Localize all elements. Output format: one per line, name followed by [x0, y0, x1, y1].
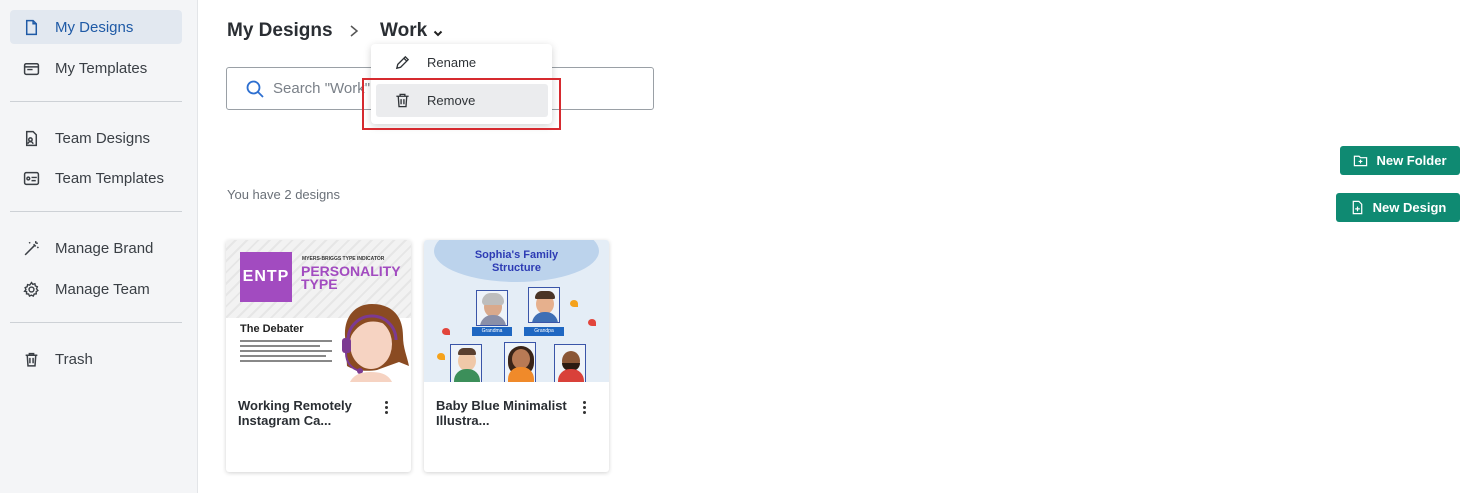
sidebar-item-label: Manage Brand [55, 239, 154, 257]
headset-person-illustration [342, 304, 409, 382]
more-options-icon[interactable] [576, 398, 592, 416]
portrait-son [554, 344, 586, 382]
folder-title: Work [380, 20, 428, 41]
thumbnail-heading: Sophia's Family Structure [474, 249, 559, 274]
trash-icon [22, 350, 40, 368]
more-options-icon[interactable] [378, 398, 394, 416]
sidebar-item-label: Manage Team [55, 280, 150, 298]
sidebar-item-my-templates[interactable]: My Templates [10, 51, 182, 85]
sidebar-item-label: My Templates [55, 59, 148, 77]
chevron-right-icon [350, 25, 359, 37]
sidebar-item-label: Team Templates [55, 169, 164, 187]
new-design-button[interactable]: New Design [1336, 193, 1460, 222]
highlight-box [362, 78, 561, 130]
design-card[interactable]: Sophia's Family Structure Grandma Grandp… [424, 240, 609, 472]
sidebar-item-team-designs[interactable]: Team Designs [10, 121, 182, 155]
portrait-father [450, 344, 482, 382]
sidebar: My Designs My Templates Team Designs Tea… [0, 0, 198, 493]
team-file-icon [22, 129, 40, 147]
portrait-grandma [476, 290, 508, 326]
thumbnail-heading: PERSONALITY TYPE [301, 263, 401, 292]
sidebar-item-team-templates[interactable]: Team Templates [10, 161, 182, 195]
design-title: Working Remotely Instagram Ca... [238, 398, 352, 428]
new-folder-label: New Folder [1376, 153, 1447, 168]
tag-grandpa: Grandpa [524, 327, 564, 336]
sidebar-item-manage-team[interactable]: Manage Team [10, 272, 182, 306]
sidebar-divider [10, 322, 182, 323]
gear-icon [22, 280, 40, 298]
folder-title-dropdown[interactable]: Work [380, 20, 444, 42]
new-folder-button[interactable]: New Folder [1340, 146, 1460, 175]
file-plus-icon [1352, 200, 1362, 215]
sidebar-item-label: Team Designs [55, 129, 151, 147]
new-design-label: New Design [1372, 200, 1447, 215]
file-icon [22, 18, 40, 36]
portrait-grandpa [528, 287, 560, 323]
sidebar-item-manage-brand[interactable]: Manage Brand [10, 231, 182, 265]
folder-plus-icon [1354, 155, 1368, 167]
sidebar-divider [10, 101, 182, 102]
portrait-mother [504, 342, 536, 382]
design-thumbnail: ENTP MYERS-BRIGGS TYPE INDICATOR PERSONA… [226, 240, 411, 382]
design-title: Baby Blue Minimalist Illustra... [436, 398, 567, 428]
design-card[interactable]: ENTP MYERS-BRIGGS TYPE INDICATOR PERSONA… [226, 240, 411, 472]
chevron-down-icon [433, 30, 443, 36]
thumbnail-badge: ENTP [240, 252, 292, 302]
butterfly-decoration [588, 319, 596, 326]
butterfly-decoration [570, 300, 578, 307]
thumbnail-text-lines [240, 340, 332, 365]
design-thumbnail: Sophia's Family Structure Grandma Grandp… [424, 240, 609, 382]
design-count: You have 2 designs [227, 187, 341, 202]
sidebar-item-trash[interactable]: Trash [10, 342, 182, 376]
pencil-icon [394, 54, 412, 72]
team-templates-icon [22, 169, 40, 187]
thumbnail-kicker: MYERS-BRIGGS TYPE INDICATOR [302, 256, 385, 262]
sidebar-item-label: My Designs [55, 18, 134, 36]
butterfly-decoration [437, 353, 445, 360]
magic-wand-icon [22, 239, 40, 257]
menu-item-label: Rename [427, 55, 477, 70]
templates-icon [22, 59, 40, 77]
breadcrumb-root[interactable]: My Designs [227, 20, 333, 42]
butterfly-decoration [442, 328, 450, 335]
tag-grandma: Grandma [472, 327, 512, 336]
sidebar-item-my-designs[interactable]: My Designs [10, 10, 182, 44]
sidebar-item-label: Trash [55, 350, 93, 368]
thumbnail-subheading: The Debater [240, 323, 304, 335]
search-icon [246, 80, 264, 98]
menu-item-rename[interactable]: Rename [376, 46, 548, 79]
sidebar-divider [10, 211, 182, 212]
